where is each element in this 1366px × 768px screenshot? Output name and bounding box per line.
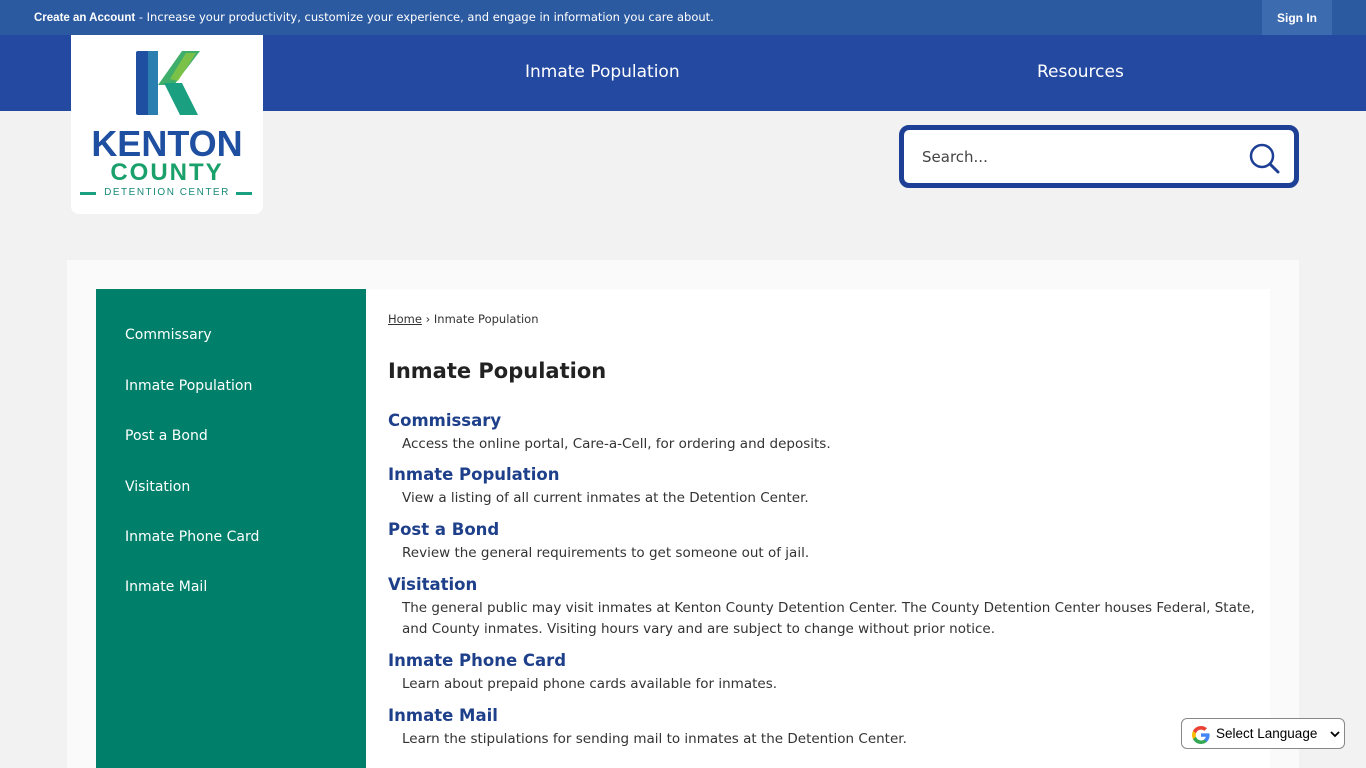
main-content: Home › Inmate Population Inmate Populati… [366, 289, 1270, 768]
sidebar-item-visitation[interactable]: Visitation [125, 479, 190, 495]
search-input[interactable] [922, 144, 1232, 170]
entry-inmate-mail-link[interactable]: Inmate Mail [388, 706, 498, 725]
nav-resources[interactable]: Resources [1037, 62, 1124, 82]
entry-inmate-population-link[interactable]: Inmate Population [388, 465, 559, 484]
breadcrumb: Home › Inmate Population [388, 312, 538, 326]
entry-inmate-phone-card-desc: Learn about prepaid phone cards availabl… [402, 676, 778, 692]
page-title: Inmate Population [388, 359, 607, 383]
entry-visitation-desc: The general public may visit inmates at … [402, 600, 1255, 637]
entry-post-a-bond-link[interactable]: Post a Bond [388, 520, 499, 539]
sidebar-item-inmate-population[interactable]: Inmate Population [125, 378, 252, 394]
sidebar-item-post-a-bond[interactable]: Post a Bond [125, 428, 208, 444]
google-g-icon [1192, 726, 1210, 744]
entry-post-a-bond-desc: Review the general requirements to get s… [402, 545, 810, 561]
entry-commissary-link[interactable]: Commissary [388, 411, 501, 430]
logo-detention-text: DETENTION CENTER [104, 187, 230, 198]
entry-inmate-population-desc: View a listing of all current inmates at… [402, 490, 809, 506]
language-select-label: Select Language [1216, 726, 1318, 741]
search-box [899, 125, 1299, 188]
site-logo[interactable]: KENTON COUNTY DETENTION CENTER [71, 35, 263, 214]
breadcrumb-separator: › [425, 312, 431, 326]
search-icon [1249, 143, 1280, 174]
logo-county-text: COUNTY [110, 159, 224, 186]
sidebar-item-inmate-phone-card[interactable]: Inmate Phone Card [125, 529, 259, 545]
entry-inmate-mail-desc: Learn the stipulations for sending mail … [402, 731, 907, 747]
create-account-link[interactable]: Create an Account [34, 12, 135, 24]
logo-divider-right [236, 192, 252, 195]
sidebar-nav: Commissary Inmate Population Post a Bond… [96, 289, 366, 768]
nav-inmate-population[interactable]: Inmate Population [525, 62, 680, 82]
sidebar-item-inmate-mail[interactable]: Inmate Mail [125, 579, 207, 595]
search-button[interactable] [1247, 142, 1281, 174]
kenton-k-logo-icon [136, 51, 200, 115]
entry-visitation-link[interactable]: Visitation [388, 575, 477, 594]
entry-commissary-desc: Access the online portal, Care-a-Cell, f… [402, 436, 831, 452]
account-message-text: - Increase your productivity, customize … [135, 10, 714, 24]
language-select[interactable]: Select Language [1181, 718, 1345, 749]
account-message: Create an Account - Increase your produc… [34, 10, 714, 24]
breadcrumb-current: Inmate Population [433, 312, 539, 326]
sidebar-item-commissary[interactable]: Commissary [125, 327, 212, 343]
top-utility-bar: Create an Account - Increase your produc… [0, 0, 1366, 35]
breadcrumb-home-link[interactable]: Home [388, 312, 422, 326]
entry-inmate-phone-card-link[interactable]: Inmate Phone Card [388, 651, 566, 670]
chevron-down-icon [1330, 731, 1340, 738]
sign-in-button[interactable]: Sign In [1262, 0, 1332, 35]
